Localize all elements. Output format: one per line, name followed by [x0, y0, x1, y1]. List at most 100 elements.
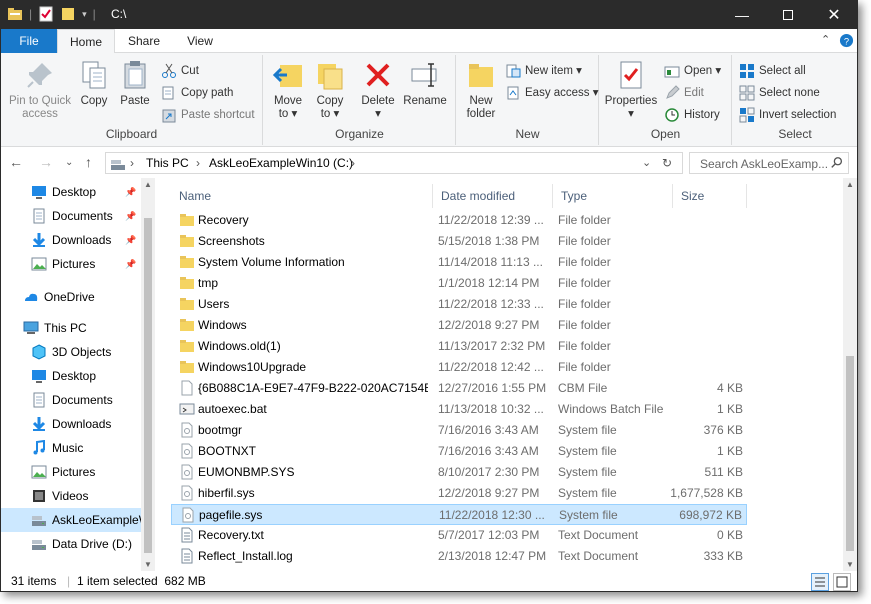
- nav-item-data-drive-d[interactable]: Data Drive (D:): [1, 532, 141, 556]
- file-row[interactable]: System Volume Information 11/14/2018 11:1…: [171, 252, 747, 273]
- file-row[interactable]: Screenshots 5/15/2018 1:38 PM File folder: [171, 231, 747, 252]
- search-icon[interactable]: [830, 156, 844, 170]
- edit-button[interactable]: Edit: [664, 83, 704, 103]
- file-row[interactable]: Windows.old(1) 11/13/2017 2:32 PM File fol…: [171, 336, 747, 357]
- tab-share[interactable]: Share: [119, 29, 169, 53]
- cut-button[interactable]: Cut: [161, 61, 199, 81]
- nav-scroll-down-icon[interactable]: ▼: [144, 560, 152, 569]
- invert-selection-button[interactable]: Invert selection: [739, 105, 836, 125]
- file-row[interactable]: Users 11/22/2018 12:33 ... File folder: [171, 294, 747, 315]
- column-header-name[interactable]: Name: [171, 184, 433, 208]
- open-button[interactable]: Open ▾: [664, 61, 721, 81]
- file-row[interactable]: Reflect_Install.log 2/13/2018 12:47 PM Tex…: [171, 546, 747, 567]
- file-row[interactable]: Recovery.txt 5/7/2017 12:03 PM Text Docume…: [171, 525, 747, 546]
- nav-item-documents[interactable]: Documents 📌: [1, 204, 141, 228]
- new-item-button[interactable]: New item ▾: [505, 61, 582, 81]
- history-button[interactable]: History: [664, 105, 720, 125]
- file-type: File folder: [558, 297, 611, 311]
- file-row[interactable]: Windows10Upgrade 11/22/2018 12:42 ... File…: [171, 357, 747, 378]
- nav-item-downloads[interactable]: Downloads 📌: [1, 228, 141, 252]
- open-group: Properties ▾ Open ▾ Edit History Open: [600, 55, 732, 145]
- nav-item-downloads[interactable]: Downloads: [1, 412, 141, 436]
- system-file-icon: [182, 507, 194, 523]
- file-row[interactable]: Recovery 11/22/2018 12:39 ... File folder: [171, 210, 747, 231]
- list-scroll-thumb[interactable]: [846, 356, 854, 551]
- file-row[interactable]: tmp 1/1/2018 12:14 PM File folder: [171, 273, 747, 294]
- nav-item-pictures[interactable]: Pictures: [1, 460, 141, 484]
- nav-scrollbar[interactable]: ▲ ▼: [141, 178, 155, 571]
- copy-path-button[interactable]: Copy path: [161, 83, 233, 103]
- details-view-button[interactable]: [811, 573, 829, 591]
- nav-item-label: Videos: [52, 489, 89, 503]
- file-row[interactable]: EUMONBMP.SYS 8/10/2017 2:30 PM System file…: [171, 462, 747, 483]
- column-header-type[interactable]: Type: [553, 184, 673, 208]
- move-to-button[interactable]: Move to ▾: [268, 59, 308, 121]
- copy-button[interactable]: Copy: [77, 59, 111, 108]
- path-separator-icon[interactable]: ›: [130, 156, 134, 170]
- new-folder-button[interactable]: New folder: [461, 59, 501, 121]
- nav-item-documents[interactable]: Documents: [1, 388, 141, 412]
- path-separator-icon[interactable]: ›: [351, 156, 355, 170]
- easy-access-button[interactable]: Easy access ▾: [505, 83, 599, 103]
- rename-button[interactable]: Rename: [402, 59, 448, 108]
- breadcrumb-this-pc[interactable]: This PC: [146, 156, 189, 170]
- breadcrumb-drive[interactable]: AskLeoExampleWin10 (C:): [209, 156, 353, 170]
- tab-view[interactable]: View: [175, 29, 225, 53]
- back-arrow-icon[interactable]: ←: [9, 154, 23, 170]
- file-list-scrollbar[interactable]: ▲ ▼: [843, 178, 857, 571]
- nav-scroll-thumb[interactable]: [144, 218, 152, 553]
- nav-item-askleoexamplew[interactable]: AskLeoExampleW: [1, 508, 150, 532]
- up-arrow-icon[interactable]: ↑: [85, 154, 92, 170]
- new-folder-qat-icon[interactable]: [60, 6, 76, 22]
- list-scroll-down-icon[interactable]: ▼: [846, 560, 854, 569]
- file-row[interactable]: pagefile.sys 11/22/2018 12:30 ... System f…: [171, 504, 747, 525]
- close-button[interactable]: ✕: [811, 1, 857, 29]
- help-icon[interactable]: ?: [839, 33, 854, 48]
- file-row[interactable]: BOOTNXT 7/16/2016 3:43 AM System file 1 KB: [171, 441, 747, 462]
- recent-locations-icon[interactable]: ⌄: [65, 157, 73, 168]
- folder-app-icon: [8, 8, 22, 20]
- properties-qat-icon[interactable]: [38, 6, 54, 22]
- nav-scroll-up-icon[interactable]: ▲: [144, 180, 152, 189]
- nav-item-desktop[interactable]: Desktop: [1, 364, 141, 388]
- address-dropdown-icon[interactable]: ⌄: [642, 156, 651, 169]
- copy-to-button[interactable]: Copy to ▾: [310, 59, 350, 121]
- path-separator-icon[interactable]: ›: [196, 156, 200, 170]
- search-box[interactable]: Search AskLeoExamp...: [689, 152, 849, 174]
- column-header-date[interactable]: Date modified: [433, 184, 553, 208]
- properties-button[interactable]: Properties ▾: [602, 59, 660, 121]
- collapse-ribbon-icon[interactable]: ⌃: [821, 33, 830, 46]
- file-row[interactable]: Windows 12/2/2018 9:27 PM File folder: [171, 315, 747, 336]
- file-row[interactable]: bootmgr 7/16/2016 3:43 AM System file 376 K…: [171, 420, 747, 441]
- delete-button[interactable]: Delete ▾: [358, 59, 398, 121]
- file-row[interactable]: autoexec.bat 11/13/2018 10:32 ... Windows …: [171, 399, 747, 420]
- file-type: File folder: [558, 360, 611, 374]
- forward-arrow-icon[interactable]: →: [39, 154, 53, 170]
- tab-home[interactable]: Home: [57, 29, 115, 54]
- paste-shortcut-button[interactable]: Paste shortcut: [161, 105, 255, 125]
- minimize-button[interactable]: —: [719, 1, 765, 29]
- file-row[interactable]: {6B088C1A-E9E7-47F9-B222-020AC7154B... 12…: [171, 378, 747, 399]
- list-scroll-up-icon[interactable]: ▲: [846, 180, 854, 189]
- tab-file[interactable]: File: [1, 29, 57, 53]
- select-all-button[interactable]: Select all: [739, 61, 806, 81]
- maximize-button[interactable]: [765, 1, 811, 29]
- nav-item-this-pc[interactable]: This PC: [1, 316, 141, 340]
- pin-label-line2: access: [22, 108, 58, 120]
- pin-to-quick-access-button[interactable]: Pin to Quick access: [5, 59, 75, 121]
- nav-item-desktop[interactable]: Desktop 📌: [1, 180, 141, 204]
- refresh-icon[interactable]: ↻: [662, 156, 672, 170]
- file-row[interactable]: hiberfil.sys 12/2/2018 9:27 PM System file…: [171, 483, 747, 504]
- nav-item-pictures[interactable]: Pictures 📌: [1, 252, 141, 276]
- qat-dropdown-icon[interactable]: ▾: [82, 9, 87, 20]
- nav-item-videos[interactable]: Videos: [1, 484, 141, 508]
- large-icons-view-button[interactable]: [833, 573, 851, 591]
- file-list: ⌃ Name Date modified Type Size Recovery 1…: [155, 178, 857, 571]
- address-bar[interactable]: › This PC › AskLeoExampleWin10 (C:) › ⌄ …: [105, 152, 683, 174]
- column-header-size[interactable]: Size: [673, 184, 747, 208]
- nav-item-onedrive[interactable]: OneDrive: [1, 285, 141, 309]
- paste-button[interactable]: Paste: [115, 59, 155, 108]
- nav-item-music[interactable]: Music: [1, 436, 141, 460]
- nav-item-3d-objects[interactable]: 3D Objects: [1, 340, 141, 364]
- select-none-button[interactable]: Select none: [739, 83, 820, 103]
